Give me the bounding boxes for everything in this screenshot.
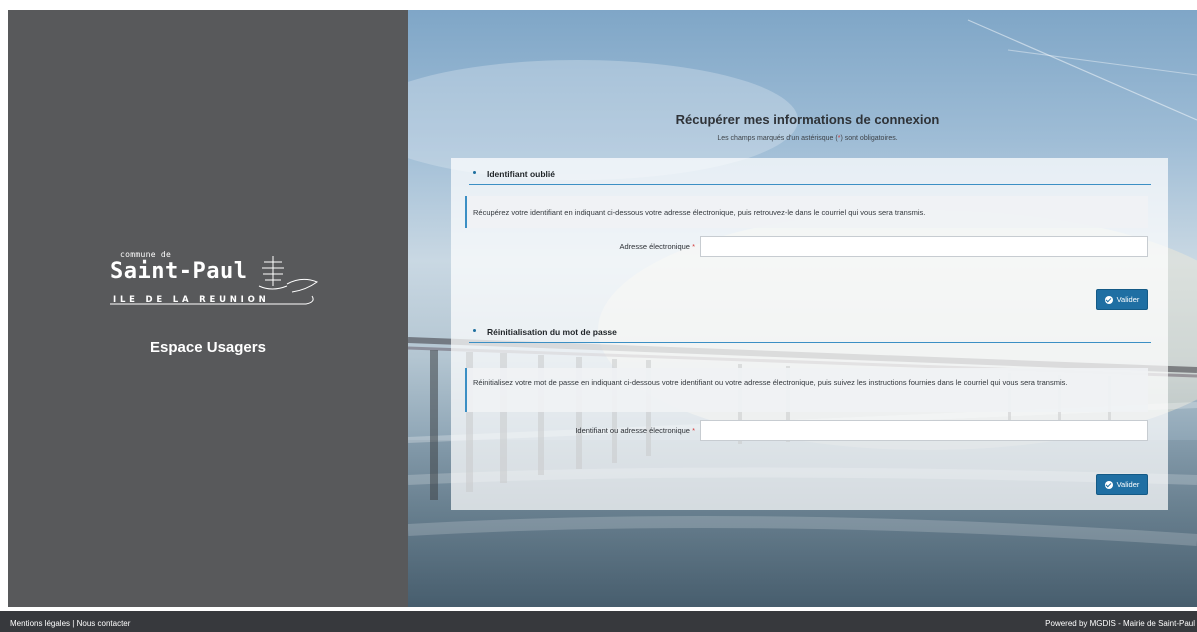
footer: Mentions légales | Nous contacter Powere… bbox=[0, 611, 1197, 632]
section-title-identifiant: Identifiant oublié bbox=[487, 169, 555, 179]
bullet-icon bbox=[473, 171, 476, 174]
info-box-password: Réinitialisez votre mot de passe en indi… bbox=[465, 368, 1148, 412]
bullet-icon bbox=[473, 329, 476, 332]
check-circle-icon bbox=[1104, 480, 1113, 489]
email-field-label: Adresse électronique * bbox=[531, 242, 695, 251]
check-circle-icon bbox=[1104, 295, 1113, 304]
page-title: Récupérer mes informations de connexion bbox=[675, 112, 940, 127]
powered-by-text: Powered by MGDIS - Mairie de Saint-Paul bbox=[1045, 619, 1195, 628]
email-required-asterisk: * bbox=[692, 242, 695, 251]
validate-password-button[interactable]: Valider bbox=[1096, 474, 1148, 495]
section-header-identifiant: Identifiant oublié bbox=[469, 165, 1151, 185]
required-fields-note: Les champs marqués d'un astérisque (*) s… bbox=[445, 135, 1170, 142]
form-card: Identifiant oublié Récupérez votre ident… bbox=[451, 158, 1168, 510]
footer-links: Mentions légales | Nous contacter bbox=[10, 619, 130, 628]
email-label-text: Adresse électronique bbox=[619, 242, 690, 251]
identifier-required-asterisk: * bbox=[692, 426, 695, 435]
identifier-label-text: Identifiant ou adresse électronique bbox=[575, 426, 690, 435]
saint-paul-logo: commune de Saint-Paul ILE DE LA REUNION bbox=[106, 246, 326, 316]
contact-link[interactable]: Nous contacter bbox=[77, 619, 131, 628]
section-header-password: Réinitialisation du mot de passe bbox=[469, 323, 1151, 343]
required-note-text-end: ) sont obligatoires. bbox=[840, 135, 898, 142]
page-frame: commune de Saint-Paul ILE DE LA REUNION … bbox=[0, 0, 1197, 632]
section-title-password: Réinitialisation du mot de passe bbox=[487, 327, 617, 337]
validate-button-label: Valider bbox=[1116, 295, 1140, 304]
validate-button-label: Valider bbox=[1116, 480, 1140, 489]
logo-ship-icon bbox=[110, 256, 319, 305]
validate-identifiant-button[interactable]: Valider bbox=[1096, 289, 1148, 310]
identifier-or-email-field[interactable] bbox=[700, 420, 1148, 441]
espace-usagers-title: Espace Usagers bbox=[150, 339, 266, 356]
required-note-text: Les champs marqués d'un astérisque ( bbox=[717, 135, 838, 142]
info-box-identifiant: Récupérez votre identifiant en indiquant… bbox=[465, 196, 1148, 228]
legal-notice-link[interactable]: Mentions légales bbox=[10, 619, 70, 628]
identifier-field-label: Identifiant ou adresse électronique * bbox=[491, 426, 695, 435]
sidebar: commune de Saint-Paul ILE DE LA REUNION … bbox=[8, 10, 408, 607]
footer-separator: | bbox=[72, 619, 75, 628]
email-field[interactable] bbox=[700, 236, 1148, 257]
